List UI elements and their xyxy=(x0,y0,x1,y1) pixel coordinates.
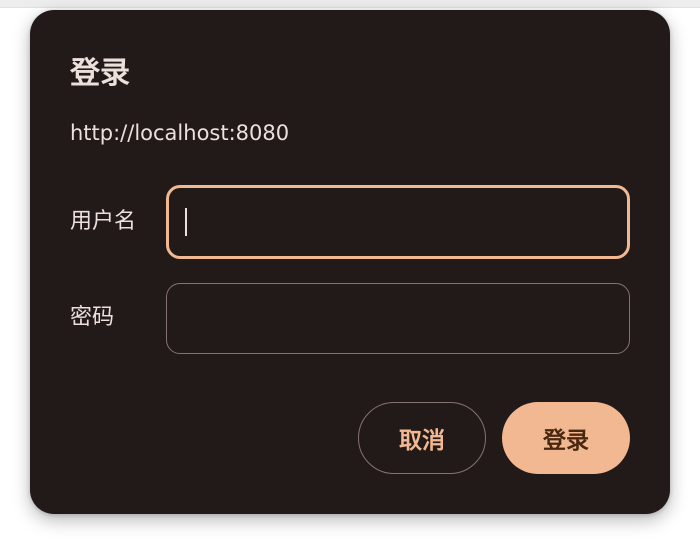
username-label: 用户名 xyxy=(70,209,137,234)
cancel-button[interactable]: 取消 xyxy=(358,402,486,474)
dialog-title: 登录 xyxy=(70,56,130,91)
login-button[interactable]: 登录 xyxy=(502,402,630,474)
background-window-strip xyxy=(0,0,700,8)
password-field[interactable] xyxy=(166,283,630,354)
login-dialog: 登录 http://localhost:8080 用户名 密码 取消 登录 xyxy=(30,10,670,514)
server-origin: http://localhost:8080 xyxy=(70,121,290,145)
text-cursor xyxy=(185,208,187,236)
username-field[interactable] xyxy=(166,185,630,259)
password-label: 密码 xyxy=(70,305,115,330)
